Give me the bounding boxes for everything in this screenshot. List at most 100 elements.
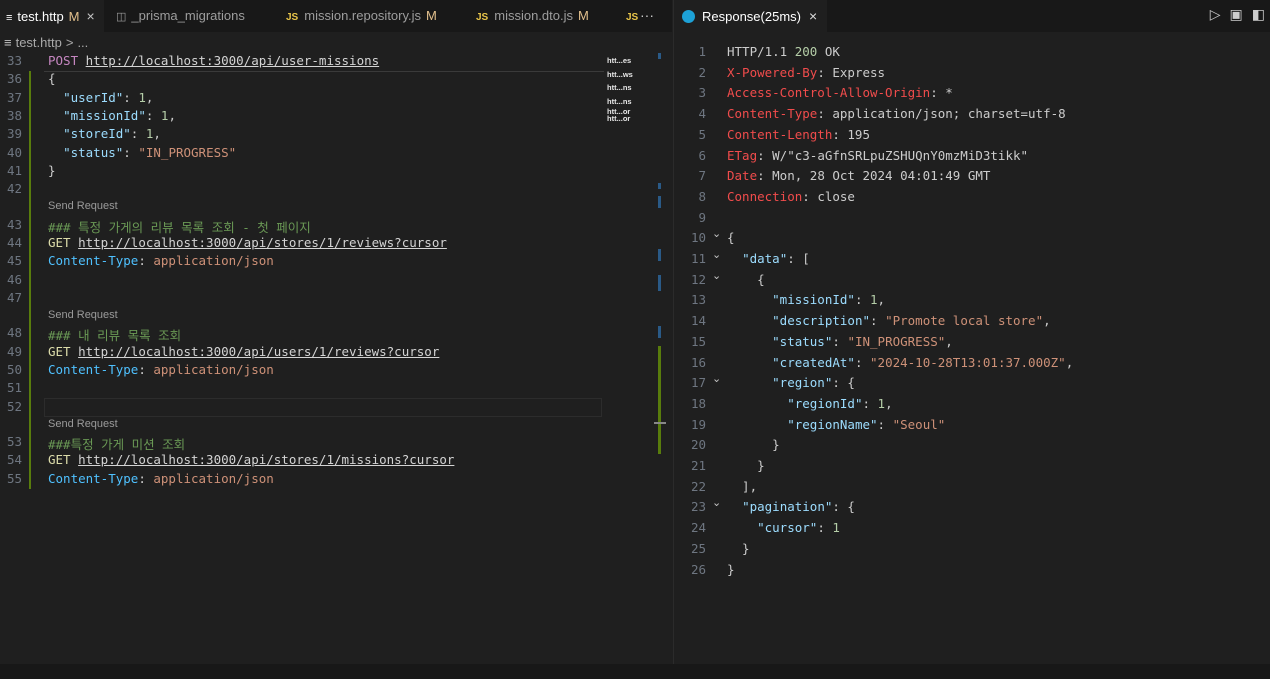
overview-ruler[interactable] [654,53,666,454]
response-line[interactable]: } [727,437,780,452]
response-viewer[interactable]: 1 HTTP/1.1 200 OK 2 X-Powered-By: Express 3 A… [674,44,1270,644]
code-line[interactable]: { [48,71,56,86]
code-line[interactable]: "storeId": 1, [48,126,161,141]
more-actions-icon[interactable]: ··· [640,0,654,32]
modified-indicator: M [577,8,589,23]
response-line[interactable]: Access-Control-Allow-Origin: * [727,85,953,100]
response-line[interactable]: "region": { [727,375,855,390]
response-line[interactable]: ETag: W/"c3-aGfnSRLpuZSHUQnY0mzMiD3tikk" [727,148,1028,163]
code-line[interactable]: } [48,163,56,178]
response-line[interactable]: "data": [ [727,251,810,266]
code-line[interactable]: ### 특정 가게의 리뷰 목록 조회 - 첫 페이지 [48,217,311,236]
fold-chevron-icon[interactable]: ⌄ [712,269,721,282]
line-number: 15 [690,333,706,349]
response-line[interactable]: "description": "Promote local store", [727,313,1051,329]
breadcrumb-symbol[interactable]: ... [77,35,88,50]
fold-chevron-icon[interactable]: ⌄ [712,372,721,385]
response-line[interactable]: } [727,458,765,473]
close-icon[interactable]: × [87,8,95,24]
response-line[interactable]: X-Powered-By: Express [727,65,885,80]
send-request-codelens[interactable]: Send Request [48,309,118,321]
tab-prisma-migrations[interactable]: ◫ _prisma_migrations [104,0,284,32]
code-token: 1 [832,520,840,536]
code-token: application/json [153,470,274,486]
http-file-icon: ≡ [6,12,13,24]
code-line[interactable]: GET http://localhost:3000/api/users/1/re… [48,344,439,359]
code-token: : { [832,499,855,515]
code-line[interactable]: GET http://localhost:3000/api/stores/1/m… [48,452,454,467]
response-line[interactable]: "pagination": { [727,499,855,514]
code-token: , [1043,313,1051,329]
minimap[interactable]: htt...es htt...ws htt...ns htt...ns htt.… [607,54,655,122]
response-line[interactable]: "regionId": 1, [727,396,892,411]
response-line[interactable]: "cursor": 1 [727,520,840,535]
response-line[interactable]: HTTP/1.1 200 OK [727,44,840,59]
line-number: 14 [690,313,706,329]
minimap-line: htt...or [607,114,631,123]
code-line[interactable]: GET http://localhost:3000/api/stores/1/r… [48,235,447,250]
response-line[interactable]: Content-Type: application/json; charset=… [727,106,1066,121]
code-token: POST [48,53,79,68]
line-number: 51 [6,380,22,396]
code-token: "2024-10-28T13:01:37.000Z" [870,354,1066,370]
code-token: ### 특정 가게의 리뷰 목록 조회 - 첫 페이지 [48,219,311,235]
code-token: HTTP/1.1 [727,44,795,59]
code-token: : { [832,375,855,391]
close-icon[interactable]: × [809,8,817,24]
code-token: : [832,333,848,349]
fold-chevron-icon[interactable]: ⌄ [712,227,721,240]
response-line[interactable]: } [727,562,735,577]
response-line[interactable]: Content-Length: 195 [727,127,870,142]
response-line[interactable]: ], [727,479,757,494]
fold-chevron-icon[interactable]: ⌄ [712,248,721,261]
code-line[interactable]: Content-Type: application/json [48,253,274,268]
save-icon[interactable]: ▣ [1230,6,1243,22]
tab-mission-repository[interactable]: JS mission.repository.js M [272,0,464,32]
send-request-codelens[interactable]: Send Request [48,200,118,212]
response-line[interactable]: { [727,230,735,245]
editor-actions: ▷ ▣ ◧ [1201,6,1265,23]
js-file-icon: JS [286,12,299,23]
code-line[interactable]: Content-Type: application/json [48,471,274,486]
current-line-highlight [44,397,602,417]
code-token: : [877,416,893,432]
code-token: : application/json; charset=utf-8 [817,106,1066,122]
tab-mission-dto[interactable]: JS mission.dto.js M [462,0,626,32]
code-token: { [48,71,56,87]
line-number: 44 [6,234,22,250]
code-token: GET [48,452,71,468]
code-token: : 195 [832,126,870,142]
response-line[interactable]: } [727,541,750,556]
run-icon[interactable]: ▷ [1210,6,1221,22]
code-line[interactable]: POST http://localhost:3000/api/user-miss… [48,53,379,68]
response-line[interactable]: "regionName": "Seoul" [727,417,945,432]
split-editor-icon[interactable]: ◧ [1252,6,1265,22]
code-token: , [945,333,953,349]
code-line[interactable]: ###특정 가게 미션 조회 [48,434,185,453]
code-token: "Seoul" [892,416,946,432]
code-line[interactable]: "missionId": 1, [48,108,176,123]
response-line[interactable]: "missionId": 1, [727,292,885,307]
tab-overflow-js[interactable]: JS [622,0,640,32]
breadcrumb-file[interactable]: test.http [16,35,62,50]
code-line[interactable]: "status": "IN_PROGRESS" [48,145,236,160]
response-line[interactable]: "status": "IN_PROGRESS", [727,334,953,349]
response-line[interactable]: "createdAt": "2024-10-28T13:01:37.000Z", [727,355,1073,370]
response-line[interactable]: { [727,272,765,287]
code-token: Content-Type [48,253,139,269]
send-request-codelens[interactable]: Send Request [48,418,118,430]
code-token: , [1065,354,1074,370]
code-line[interactable]: Content-Type: application/json [48,362,274,377]
code-token: : [138,361,154,377]
code-token: } [727,561,735,577]
response-line[interactable]: Connection: close [727,189,855,204]
tab-test-http[interactable]: ≡ test.http M × [0,0,110,32]
fold-chevron-icon[interactable]: ⌄ [712,496,721,509]
code-line[interactable]: ### 내 리뷰 목록 조회 [48,325,181,344]
code-token: : [123,144,139,160]
code-line[interactable]: "userId": 1, [48,90,153,105]
code-token: : [870,313,886,329]
tab-response[interactable]: Response(25ms) × [674,0,828,32]
response-line[interactable]: Date: Mon, 28 Oct 2024 04:01:49 GMT [727,168,990,183]
